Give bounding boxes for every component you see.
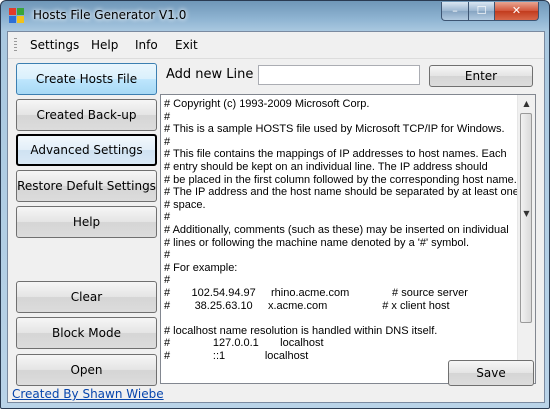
window-title: Hosts File Generator V1.0: [33, 8, 187, 22]
app-icon: [9, 8, 25, 24]
menu-exit[interactable]: Exit: [175, 38, 198, 52]
menu-settings[interactable]: Settings: [30, 38, 79, 52]
menu-help[interactable]: Help: [91, 38, 118, 52]
hosts-text-area[interactable]: # Copyright (c) 1993-2009 Microsoft Corp…: [160, 94, 536, 384]
maximize-button[interactable]: ☐: [468, 2, 495, 21]
create-hosts-file-button[interactable]: Create Hosts File: [16, 63, 157, 95]
add-new-line-input[interactable]: [258, 65, 420, 85]
scroll-down-icon[interactable]: ▼: [518, 205, 535, 222]
close-button[interactable]: ✕: [494, 2, 539, 21]
help-button[interactable]: Help: [16, 206, 157, 238]
scroll-up-icon[interactable]: ▲: [518, 95, 535, 112]
restore-default-settings-button[interactable]: Restore Defult Settings: [16, 170, 157, 202]
save-button[interactable]: Save: [448, 360, 534, 386]
author-credit-link[interactable]: Created By Shawn Wiebe: [12, 387, 164, 401]
title-bar[interactable]: Hosts File Generator V1.0 – ☐ ✕: [1, 1, 549, 31]
advanced-settings-button[interactable]: Advanced Settings: [16, 134, 157, 166]
menu-info[interactable]: Info: [135, 38, 158, 52]
menu-grip-icon: [14, 38, 17, 52]
hosts-file-content[interactable]: # Copyright (c) 1993-2009 Microsoft Corp…: [164, 98, 519, 362]
block-mode-button[interactable]: Block Mode: [16, 317, 157, 349]
menu-bar: Settings Help Info Exit: [8, 32, 544, 59]
vertical-scrollbar[interactable]: ▲ ▼: [517, 95, 535, 383]
clear-button[interactable]: Clear: [16, 281, 157, 313]
open-button[interactable]: Open: [16, 354, 157, 386]
client-area: Settings Help Info Exit Create Hosts Fil…: [7, 31, 545, 403]
app-window: Hosts File Generator V1.0 – ☐ ✕ Settings…: [0, 0, 550, 409]
add-new-line-label: Add new Line: [166, 67, 254, 82]
enter-button[interactable]: Enter: [429, 65, 533, 87]
minimize-button[interactable]: –: [441, 2, 469, 21]
created-back-up-button[interactable]: Created Back-up: [16, 99, 157, 131]
